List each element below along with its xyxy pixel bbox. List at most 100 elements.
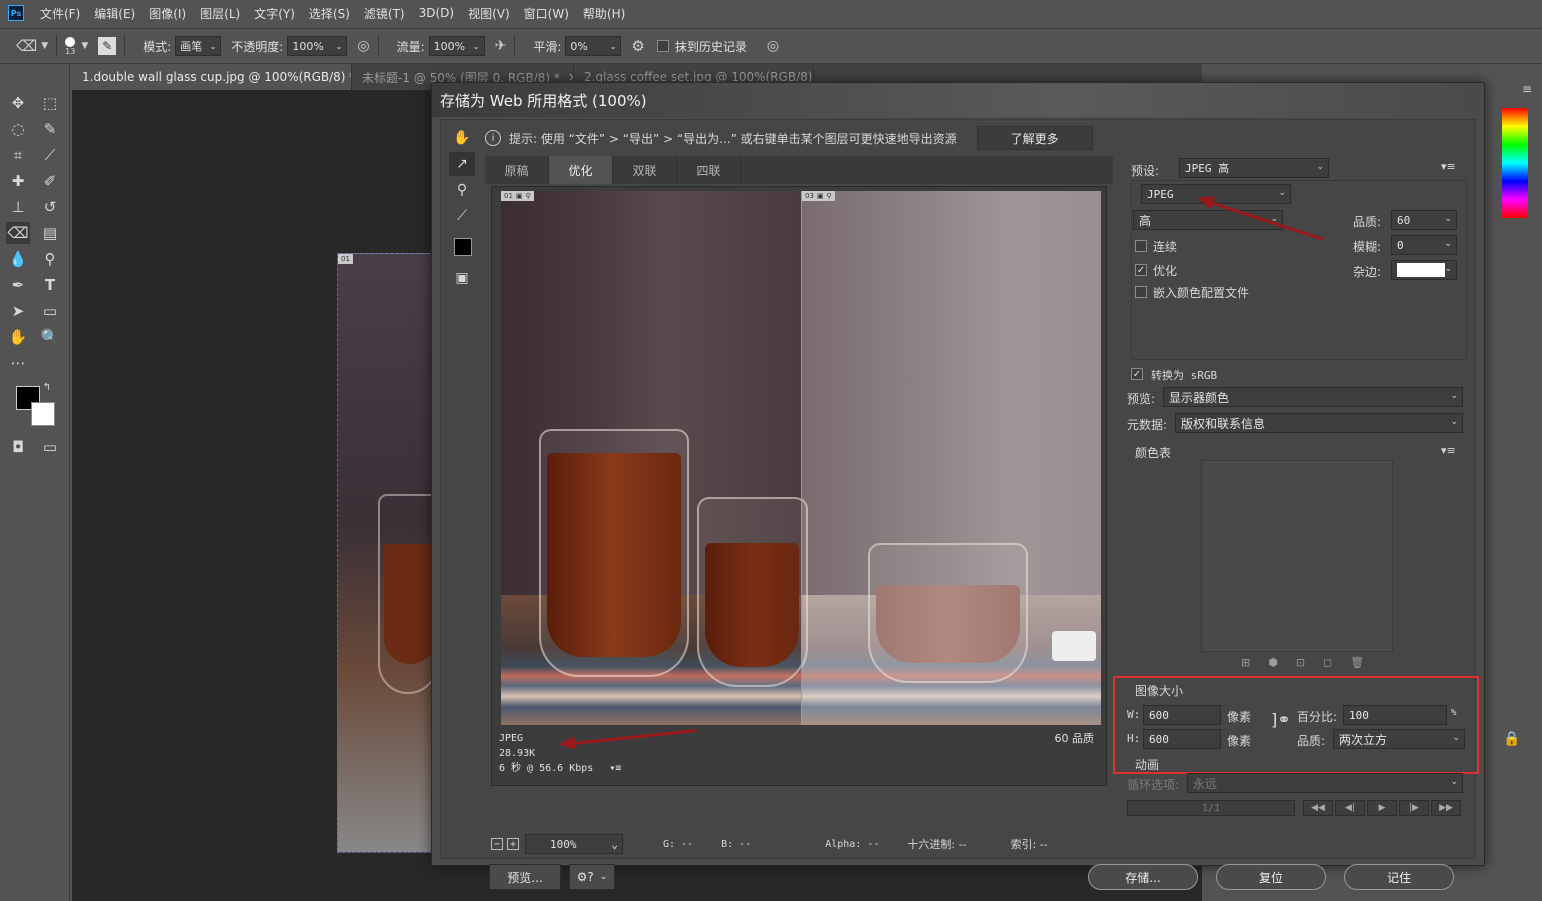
mode-select[interactable]: 画笔 ⌄ bbox=[175, 36, 222, 56]
erase-history-checkbox[interactable] bbox=[656, 40, 669, 52]
constrain-proportions-icon[interactable]: ]⚭ bbox=[1271, 710, 1291, 729]
path-select-tool-icon[interactable]: ➤ bbox=[6, 300, 30, 322]
last-frame-icon[interactable]: ▶▶ bbox=[1431, 800, 1461, 816]
flow-input[interactable]: 100% ⌄ bbox=[428, 36, 485, 56]
play-icon[interactable]: ▶ bbox=[1367, 800, 1397, 816]
eyedropper-color-swatch[interactable] bbox=[454, 238, 472, 256]
progressive-checkbox[interactable] bbox=[1135, 240, 1147, 252]
eraser-tool-icon[interactable]: ⌫ bbox=[16, 37, 37, 55]
doc-tab-1[interactable]: 1.double wall glass cup.jpg @ 100%(RGB/8… bbox=[72, 64, 352, 90]
preview-pane-optimized[interactable]: 03 ▣ ⚲ bbox=[801, 191, 1101, 725]
optimized-checkbox[interactable]: ✓ bbox=[1135, 264, 1147, 276]
menu-select[interactable]: 选择(S) bbox=[309, 5, 350, 22]
web-shift-icon[interactable]: ⊞ bbox=[1241, 656, 1250, 669]
preview-color-select[interactable]: 显示器颜色 ⌄ bbox=[1163, 387, 1463, 407]
color-table-menu-icon[interactable]: ▾≡ bbox=[1441, 444, 1456, 457]
more-tools-icon[interactable]: ⋯ bbox=[6, 352, 30, 374]
menu-window[interactable]: 窗口(W) bbox=[524, 5, 569, 22]
browser-select-button[interactable]: ⚙? ⌄ bbox=[569, 864, 615, 890]
smooth-input[interactable]: 0% ⌄ bbox=[565, 36, 622, 56]
learn-more-button[interactable]: 了解更多 bbox=[976, 126, 1093, 150]
menu-help[interactable]: 帮助(H) bbox=[583, 5, 625, 22]
save-button[interactable]: 存储... bbox=[1088, 864, 1198, 890]
menu-image[interactable]: 图像(I) bbox=[149, 5, 186, 22]
hand-tool-icon[interactable]: ✋ bbox=[449, 126, 475, 150]
zoom-tool-icon[interactable]: 🔍 bbox=[38, 326, 62, 348]
screen-mode-icon[interactable]: ▭ bbox=[38, 436, 62, 458]
rectangle-tool-icon[interactable]: ▭ bbox=[38, 300, 62, 322]
first-frame-icon[interactable]: ◀◀ bbox=[1303, 800, 1333, 816]
preview-browser-button[interactable]: 预览... bbox=[489, 864, 561, 890]
new-color-icon[interactable]: ◻ bbox=[1323, 656, 1332, 669]
zoom-out-icon[interactable]: − bbox=[491, 838, 503, 850]
dodge-tool-icon[interactable]: ⚲ bbox=[38, 248, 62, 270]
tab-4-up[interactable]: 四联 bbox=[677, 156, 741, 184]
trash-icon[interactable]: 🗑 bbox=[1350, 656, 1364, 669]
panel-menu-icon[interactable]: ≡ bbox=[1522, 82, 1532, 96]
settings-menu-icon[interactable]: ▾≡ bbox=[1441, 160, 1456, 173]
zoom-tool-icon[interactable]: ⚲ bbox=[449, 178, 475, 202]
toggle-slices-icon[interactable]: ▣ bbox=[449, 266, 475, 290]
opacity-input[interactable]: 100% ⌄ bbox=[287, 36, 348, 56]
chevron-down-icon[interactable]: ▼ bbox=[81, 41, 88, 51]
menu-icon[interactable]: ▾≡ bbox=[609, 763, 621, 774]
background-color-swatch[interactable] bbox=[31, 402, 55, 426]
previous-frame-icon[interactable]: ◀| bbox=[1335, 800, 1365, 816]
quick-select-tool-icon[interactable]: ✎ bbox=[38, 118, 62, 140]
preview-pane-original[interactable]: 01 ▣ ⚲ bbox=[501, 191, 801, 725]
blur-tool-icon[interactable]: 💧 bbox=[6, 248, 30, 270]
menu-layer[interactable]: 图层(L) bbox=[200, 5, 240, 22]
zoom-select[interactable]: 100% ⌄ bbox=[525, 834, 623, 854]
format-select[interactable]: JPEG ⌄ bbox=[1141, 184, 1291, 204]
crop-tool-icon[interactable]: ⌗ bbox=[6, 144, 30, 166]
airbrush-icon[interactable]: ✈ bbox=[495, 38, 507, 54]
eraser-tool-icon[interactable]: ⌫ bbox=[6, 222, 30, 244]
pen-tool-icon[interactable]: ✒ bbox=[6, 274, 30, 296]
color-spectrum[interactable] bbox=[1502, 108, 1528, 218]
pressure-size-icon[interactable]: ◎ bbox=[767, 38, 779, 54]
healing-brush-tool-icon[interactable]: ✚ bbox=[6, 170, 30, 192]
hand-tool-icon[interactable]: ✋ bbox=[6, 326, 30, 348]
gradient-tool-icon[interactable]: ▤ bbox=[38, 222, 62, 244]
cube-icon[interactable]: ⬢ bbox=[1268, 656, 1278, 669]
brush-preset-icon[interactable]: 13 bbox=[65, 36, 75, 56]
zoom-in-icon[interactable]: + bbox=[507, 838, 519, 850]
quality-input[interactable]: 60 ⌄ bbox=[1391, 210, 1457, 230]
menu-edit[interactable]: 编辑(E) bbox=[94, 5, 135, 22]
move-tool-icon[interactable]: ✥ bbox=[6, 92, 30, 114]
type-tool-icon[interactable]: T bbox=[38, 274, 62, 296]
lock-icon[interactable]: 🔒 bbox=[1497, 724, 1527, 754]
next-frame-icon[interactable]: |▶ bbox=[1399, 800, 1429, 816]
marquee-tool-icon[interactable]: ⬚ bbox=[38, 92, 62, 114]
lasso-tool-icon[interactable]: ◌ bbox=[6, 118, 30, 140]
swap-colors-icon[interactable]: ↰ bbox=[40, 380, 54, 394]
embed-profile-checkbox[interactable] bbox=[1135, 286, 1147, 298]
lock-icon[interactable]: ⊡ bbox=[1296, 656, 1305, 669]
gear-icon[interactable]: ⚙ bbox=[631, 37, 644, 55]
menu-type[interactable]: 文字(Y) bbox=[254, 5, 295, 22]
tab-optimized[interactable]: 优化 bbox=[549, 156, 613, 184]
brush-tool-icon[interactable]: ✐ bbox=[38, 170, 62, 192]
preset-select[interactable]: JPEG 高 ⌄ bbox=[1179, 158, 1329, 178]
clone-stamp-tool-icon[interactable]: ⊥ bbox=[6, 196, 30, 218]
menu-view[interactable]: 视图(V) bbox=[468, 5, 510, 22]
remember-button[interactable]: 记住 bbox=[1344, 864, 1454, 890]
menu-3d[interactable]: 3D(D) bbox=[419, 6, 454, 20]
pressure-opacity-icon[interactable]: ◎ bbox=[357, 38, 369, 54]
reset-button[interactable]: 复位 bbox=[1216, 864, 1326, 890]
convert-srgb-checkbox[interactable]: ✓ bbox=[1131, 368, 1143, 380]
quick-mask-icon[interactable]: ◘ bbox=[6, 436, 30, 458]
percent-input[interactable]: 100 bbox=[1343, 705, 1447, 725]
metadata-select[interactable]: 版权和联系信息 ⌄ bbox=[1175, 413, 1463, 433]
tab-2-up[interactable]: 双联 bbox=[613, 156, 677, 184]
slice-select-tool-icon[interactable]: ↗ bbox=[449, 152, 475, 176]
history-brush-tool-icon[interactable]: ↺ bbox=[38, 196, 62, 218]
chevron-down-icon[interactable]: ▼ bbox=[41, 41, 48, 51]
height-input[interactable]: 600 bbox=[1143, 729, 1221, 749]
resample-select[interactable]: 两次立方 ⌄ bbox=[1333, 729, 1465, 749]
preview-area[interactable]: 01 ▣ ⚲ 03 ▣ ⚲ JPEG 28.93K 6 秒 @ 56.6 Kbps ▾≡… bbox=[491, 186, 1107, 786]
brush-settings-icon[interactable]: ✎ bbox=[98, 37, 117, 55]
menu-file[interactable]: 文件(F) bbox=[40, 5, 80, 22]
color-table-area[interactable] bbox=[1201, 460, 1393, 652]
menu-filter[interactable]: 滤镜(T) bbox=[364, 5, 405, 22]
